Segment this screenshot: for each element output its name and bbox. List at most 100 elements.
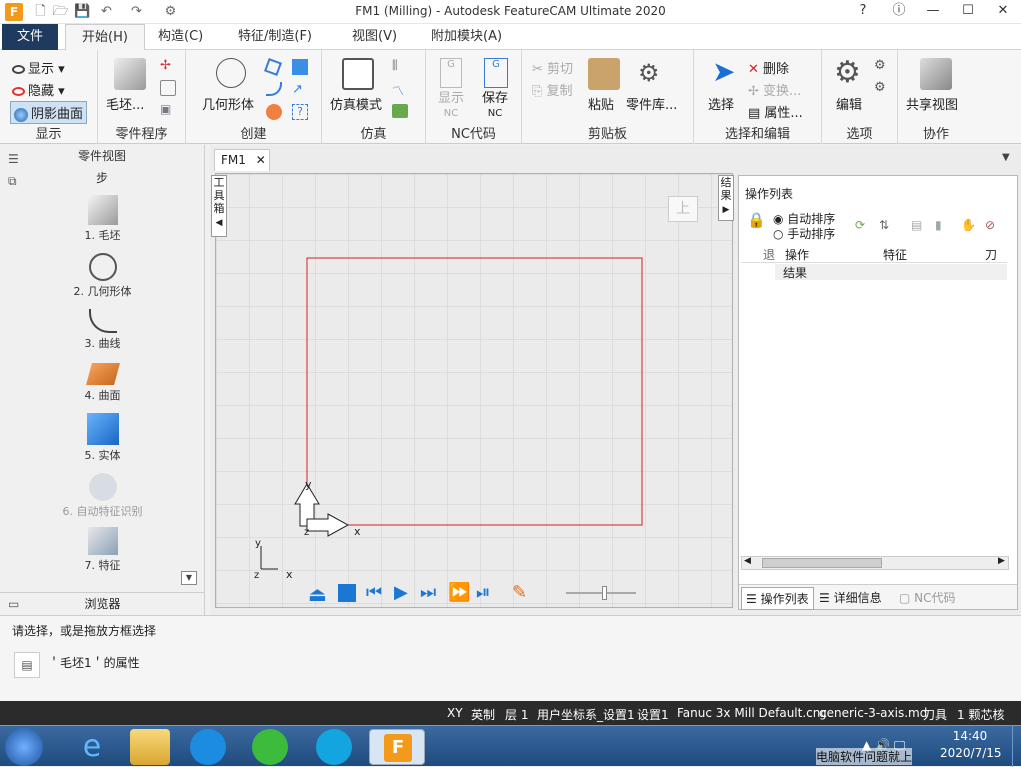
sphere-icon[interactable] — [266, 104, 282, 120]
explorer-icon[interactable] — [130, 729, 170, 765]
tab-file[interactable]: 文件 — [2, 24, 58, 50]
step-feature[interactable]: 7. 特征 — [0, 527, 205, 573]
status-machine[interactable]: generic-3-axis.md — [819, 706, 927, 720]
speed-slider-thumb[interactable] — [602, 586, 607, 600]
edit-gear-icon[interactable]: ⚙ — [834, 56, 861, 90]
tool-icon[interactable]: ▣ — [160, 102, 176, 118]
status-post[interactable]: Fanuc 3x Mill Default.cnc — [677, 706, 827, 720]
h-scroll-thumb[interactable] — [762, 558, 882, 568]
doc-tab[interactable]: FM1 ✕ — [214, 149, 270, 171]
geometry-icon[interactable] — [216, 58, 246, 88]
curve-icon[interactable] — [266, 82, 282, 96]
select-button[interactable]: 选择 — [708, 94, 734, 113]
featurecam-taskbar[interactable]: F — [369, 729, 425, 765]
status-setup[interactable]: 设置1 — [637, 706, 669, 723]
save-nc-button[interactable]: 保存 NC — [482, 92, 508, 121]
scroll-right-icon[interactable]: ▶ — [998, 556, 1005, 566]
show-button[interactable]: 显示 ▾ — [12, 58, 65, 77]
stock-button[interactable]: 毛坯... — [106, 94, 144, 113]
show-nc-button[interactable]: 显示 NC — [438, 92, 464, 121]
sort-icon[interactable]: ⇅ — [879, 218, 889, 232]
status-ucs[interactable]: 用户坐标系_设置1 — [537, 706, 635, 723]
scroll-down-button[interactable]: ▼ — [181, 571, 197, 585]
stock-icon[interactable] — [114, 58, 146, 90]
clock-date[interactable]: 2020/7/15 — [940, 746, 1002, 760]
steps-icon[interactable]: ⧉ — [8, 170, 17, 192]
transform-button[interactable]: ✢ 变换... — [748, 80, 801, 99]
small-gear2-icon[interactable]: ⚙ — [874, 80, 886, 95]
speed-slider[interactable] — [566, 592, 636, 594]
browser2-icon[interactable] — [252, 729, 288, 765]
shaded-surface-button[interactable]: 阴影曲面 — [10, 101, 88, 124]
col-feature[interactable]: 特征 — [883, 246, 907, 263]
results-flyout[interactable]: 结果 ▶ — [718, 175, 734, 221]
edit-button[interactable]: 编辑 — [836, 94, 862, 113]
solid-icon[interactable] — [292, 59, 308, 75]
share-view-icon[interactable] — [920, 58, 952, 90]
next-op-icon[interactable]: ⏯ — [476, 582, 490, 603]
toolbox-flyout[interactable]: 工具箱 ◀ — [211, 175, 227, 237]
status-layer[interactable]: 层 1 — [505, 706, 528, 723]
show-desktop-button[interactable] — [1012, 726, 1021, 767]
paste-button[interactable]: 粘贴 — [588, 94, 614, 113]
status-plane[interactable]: XY — [447, 706, 463, 720]
close-tab-icon[interactable]: ✕ — [256, 153, 266, 167]
refresh-icon[interactable]: ⟳ — [855, 218, 865, 232]
list-icon[interactable]: ▤ — [911, 218, 922, 232]
small-gear-icon[interactable]: ⚙ — [874, 58, 886, 73]
fast-forward-icon[interactable]: ⏩ — [448, 582, 470, 603]
ops-row-results[interactable]: 结果 — [775, 264, 1007, 280]
tab-features[interactable]: 特征/制造(F) — [228, 24, 322, 50]
rewind-icon[interactable]: ⏮ — [366, 582, 382, 603]
tab-ops-list[interactable]: ☰ 操作列表 — [741, 587, 814, 610]
browser3-icon[interactable] — [316, 729, 352, 765]
edge-icon[interactable] — [190, 729, 226, 765]
play-icon[interactable]: ▶ — [394, 582, 408, 603]
h-scrollbar[interactable]: ◀ ▶ — [741, 556, 1009, 570]
axis-icon[interactable]: ✢ — [160, 58, 176, 74]
info-icon[interactable]: ⓘ — [884, 2, 914, 22]
scroll-left-icon[interactable]: ◀ — [744, 556, 751, 566]
step-curve[interactable]: 3. 曲线 — [0, 309, 205, 351]
close-button[interactable]: ✕ — [988, 2, 1018, 22]
maximize-button[interactable]: ☐ — [953, 2, 983, 22]
status-tool[interactable]: 刀具 — [923, 706, 947, 723]
arrow-icon[interactable]: ↗ — [292, 82, 308, 98]
tab-addins[interactable]: 附加模块(A) — [421, 24, 512, 50]
chart-icon[interactable]: 〽 — [392, 82, 408, 98]
move-icon[interactable]: ▮ — [935, 218, 942, 232]
delete-button[interactable]: ✕ 删除 — [748, 58, 789, 77]
lock-icon[interactable]: 🔒 — [747, 211, 766, 229]
step-afr[interactable]: 6. 自动特征识别 — [0, 473, 205, 519]
shape-icon[interactable] — [264, 58, 282, 76]
browser-header[interactable]: ▭ 浏览器 — [0, 592, 205, 614]
setup-icon[interactable] — [160, 80, 176, 96]
clock-time[interactable]: 14:40 — [940, 729, 1000, 743]
minimize-button[interactable]: — — [918, 2, 948, 22]
paste-icon[interactable] — [588, 58, 620, 90]
properties-button[interactable]: ▤ 属性... — [748, 102, 803, 121]
copy-button[interactable]: ⎘ 复制 — [532, 80, 573, 99]
status-cores[interactable]: 1 颗芯核 — [957, 706, 1004, 723]
help-icon[interactable]: ? — [848, 2, 878, 22]
sim-mode-icon[interactable] — [342, 58, 374, 90]
hand-icon[interactable]: ✋ — [961, 218, 976, 232]
sim-mode-button[interactable]: 仿真模式 — [330, 94, 382, 113]
eraser-icon[interactable]: ✎ — [512, 582, 527, 603]
geometry-button[interactable]: 几何形体 — [202, 94, 254, 113]
properties-icon[interactable]: ▤ — [14, 652, 40, 678]
view-cube-top[interactable]: 上 — [668, 196, 698, 222]
status-units[interactable]: 英制 — [471, 706, 495, 723]
library-gear-icon[interactable]: ⚙ — [638, 58, 668, 88]
step-surface[interactable]: 4. 曲面 — [0, 363, 205, 403]
save-nc-icon[interactable]: G — [484, 58, 508, 88]
start-button[interactable] — [5, 728, 43, 766]
no-hand-icon[interactable]: ⊘ — [985, 218, 995, 232]
hide-button[interactable]: 隐藏 ▾ — [12, 80, 65, 99]
graphics-canvas[interactable]: y x z y x z 上 ⏏ ⏮ ▶ ⏭ ⏩ ⏯ ✎ — [215, 173, 733, 608]
library-button[interactable]: 零件库... — [626, 94, 677, 113]
tab-details[interactable]: ☰ 详细信息 — [819, 589, 882, 606]
tab-dropdown-icon[interactable]: ▼ — [1002, 152, 1010, 163]
step-solid[interactable]: 5. 实体 — [0, 413, 205, 463]
col-operation[interactable]: 操作 — [785, 246, 809, 263]
